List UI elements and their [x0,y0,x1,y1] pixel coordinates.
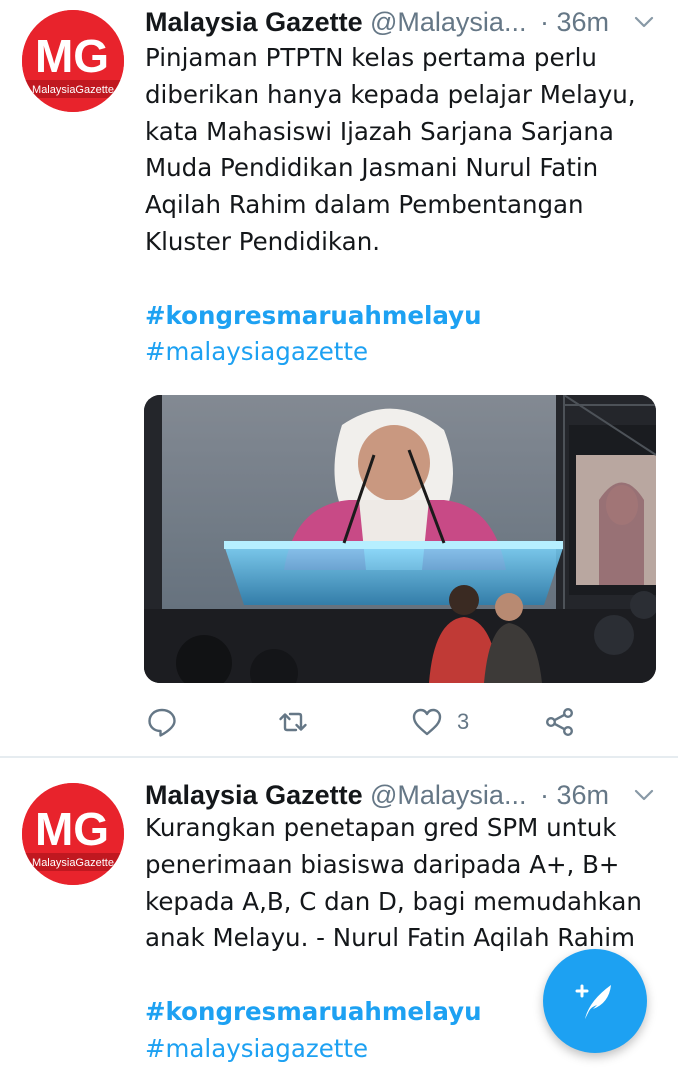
tweet-text-line: kepada A,B, C dan D, bagi memudahkan [145,886,642,916]
hashtag-link[interactable]: #malaysiagazette [145,334,645,371]
like-count: 3 [457,709,470,734]
tweet-text-line: anak Melayu. - Nurul Fatin Aqilah Rahim [145,923,635,953]
reply-icon [148,708,176,737]
retweet-icon [279,712,307,732]
chevron-down-icon[interactable] [632,10,656,34]
share-icon [546,708,574,737]
reply-button[interactable] [146,704,178,740]
tweet-text-line: Muda Pendidikan Jasmani Nurul Fatin [145,153,599,183]
svg-text:MalaysiaGazette: MalaysiaGazette [32,84,114,96]
hashtag-link[interactable]: #kongresmaruahmelayu [145,298,645,335]
event-stage-photo [144,395,656,683]
tweet-text: Pinjaman PTPTN kelas pertama perlu diber… [145,40,645,371]
retweet-button[interactable] [277,704,309,740]
share-button[interactable] [544,704,576,740]
tweet-timestamp: · 36m [540,780,610,810]
author-handle[interactable]: @Malaysia... [370,2,526,42]
author-handle[interactable]: @Malaysia... [370,775,526,815]
tweet-card[interactable]: MG MalaysiaGazette Malaysia Gazette @Mal… [0,0,678,757]
tweet-header: Malaysia Gazette @Malaysia... · 36m [145,2,668,42]
author-name[interactable]: Malaysia Gazette [145,2,363,42]
tweet-actions: 3 [0,700,678,744]
like-button[interactable]: 3 [411,704,469,740]
tweet-text-line: diberikan hanya kepada pelajar Melayu, [145,79,636,109]
tweet-text-line: Aqilah Rahim dalam Pembentangan [145,190,584,220]
compose-tweet-button[interactable] [543,949,647,1053]
malaysia-gazette-logo: MG MalaysiaGazette [22,10,124,112]
author-avatar[interactable]: MG MalaysiaGazette [22,10,124,112]
compose-tweet-icon [575,984,611,1019]
tweet-timestamp: · 36m [540,7,610,37]
tweet-text-line: kata Mahasiswi Ijazah Sarjana Sarjana [145,116,614,146]
heart-icon [412,708,442,736]
svg-text:MG: MG [35,30,109,82]
tweet-header: Malaysia Gazette @Malaysia... · 36m [145,775,668,815]
author-avatar[interactable]: MG MalaysiaGazette [22,783,124,885]
tweet-photo[interactable] [144,395,656,683]
svg-text:MG: MG [35,803,109,855]
tweet-text-line: Kurangkan penetapan gred SPM untuk [145,813,617,842]
author-name[interactable]: Malaysia Gazette [145,775,363,815]
tweet-text-line: Pinjaman PTPTN kelas pertama perlu [145,43,597,72]
tweet-text-line: Kluster Pendidikan. [145,226,381,256]
tweet-text-line: penerimaan biasiswa daripada A+, B+ [145,849,620,879]
malaysia-gazette-logo: MG MalaysiaGazette [22,783,124,885]
chevron-down-icon[interactable] [632,783,656,807]
svg-text:MalaysiaGazette: MalaysiaGazette [32,857,114,869]
